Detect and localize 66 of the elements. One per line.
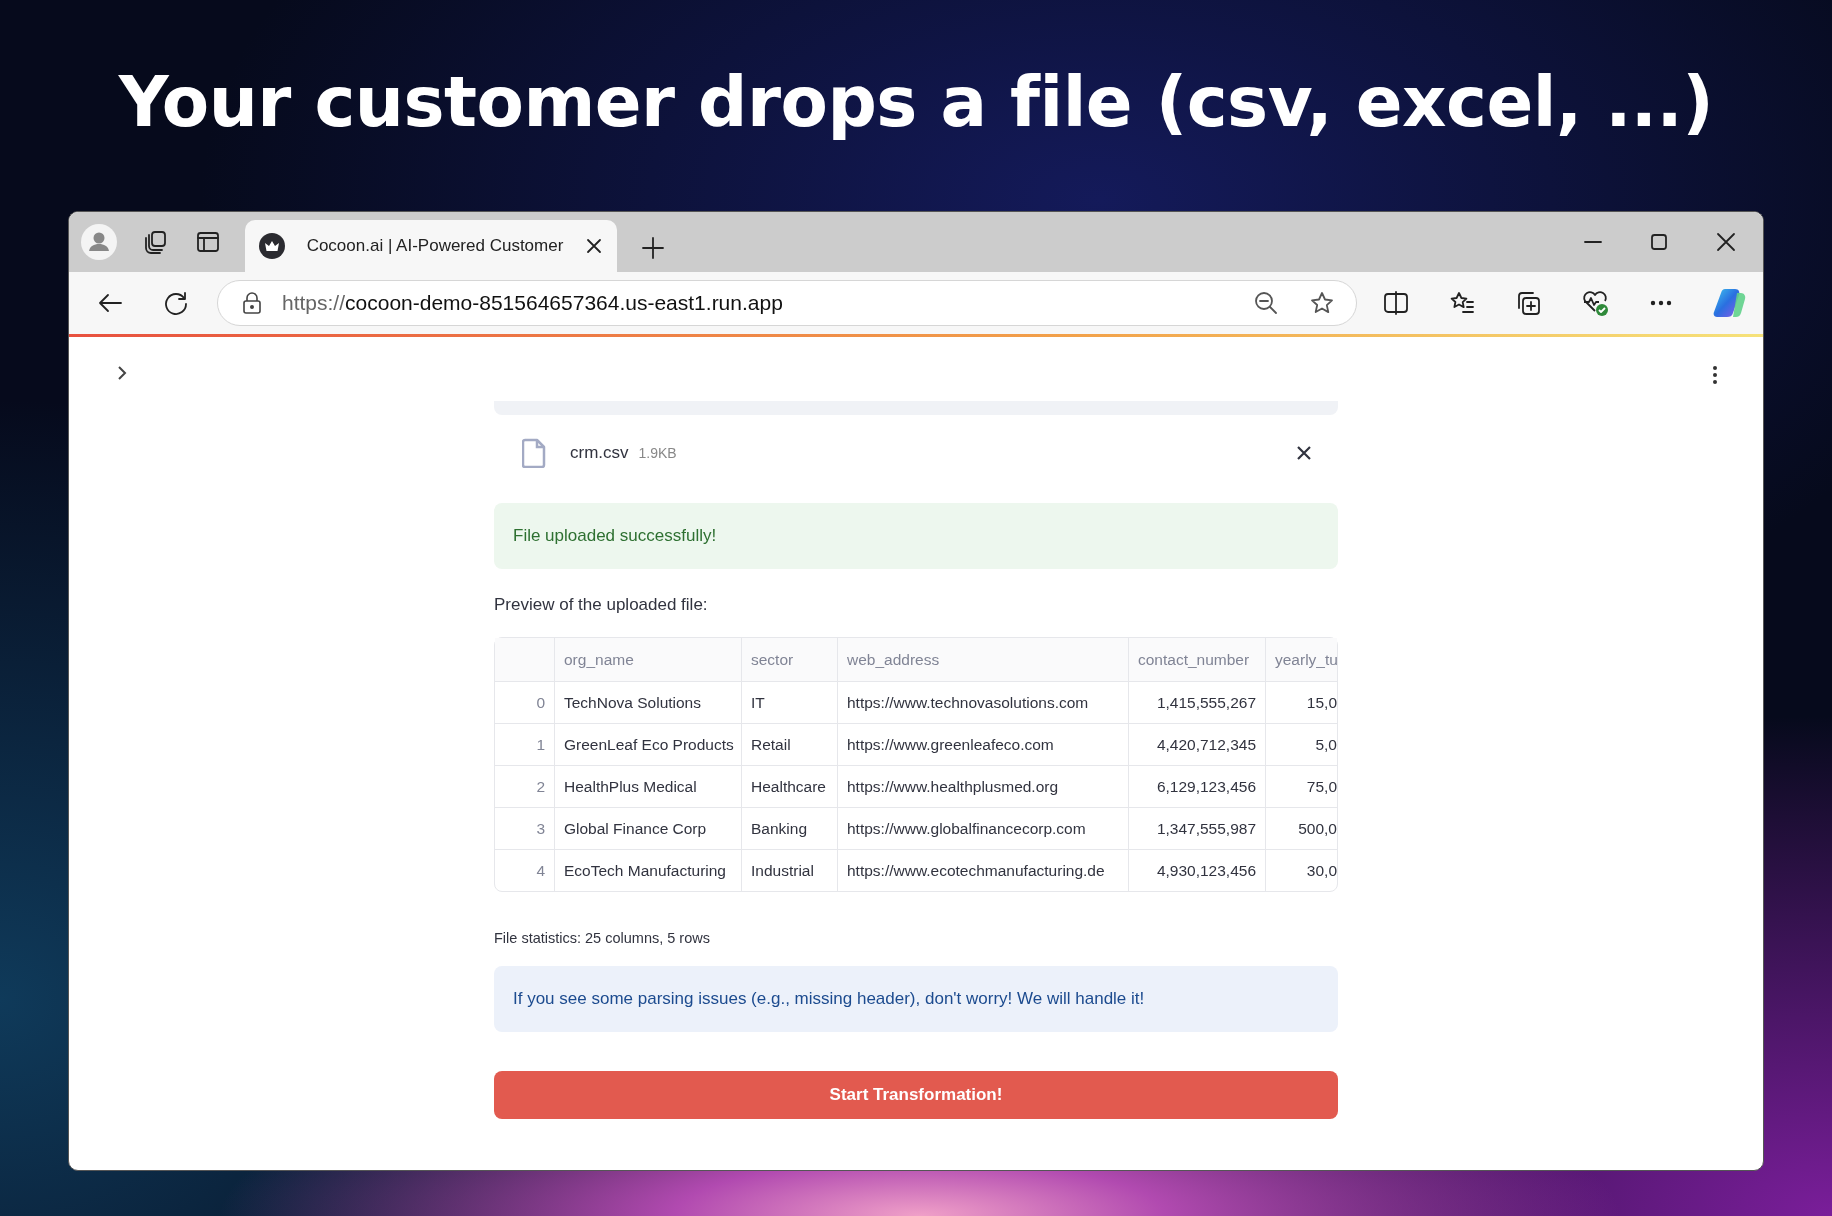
new-tab-icon[interactable]	[641, 236, 665, 260]
browser-tab[interactable]: Cocoon.ai | AI-Powered Customer	[245, 220, 617, 272]
table-cell: 1,347,555,987	[1129, 808, 1266, 850]
table-cell: 4,420,712,345	[1129, 724, 1266, 766]
table-cell: 500,0	[1266, 808, 1337, 850]
zoom-out-icon[interactable]	[1254, 291, 1278, 315]
row-index: 4	[495, 850, 555, 891]
column-header[interactable]: contact_number	[1129, 638, 1266, 682]
url-text: https://cocoon-demo-851564657364.us-east1.run.app	[282, 291, 784, 315]
file-icon	[522, 438, 546, 468]
table-cell: GreenLeaf Eco Products	[555, 724, 742, 766]
success-alert: File uploaded successfully!	[494, 503, 1338, 569]
favorite-star-icon[interactable]	[1310, 291, 1334, 315]
table-cell: EcoTech Manufacturing	[555, 850, 742, 891]
row-index: 1	[495, 724, 555, 766]
table-cell: https://www.ecotechmanufacturing.de	[838, 850, 1129, 891]
main-menu-icon[interactable]	[1711, 365, 1719, 385]
browser-health-icon[interactable]	[1581, 289, 1609, 317]
row-index: 2	[495, 766, 555, 808]
table-cell: Industrial	[742, 850, 838, 891]
split-screen-icon[interactable]	[1383, 290, 1409, 316]
file-name: crm.csv	[570, 443, 629, 463]
table-cell: https://www.globalfinancecorp.com	[838, 808, 1129, 850]
start-transformation-button[interactable]: Start Transformation!	[494, 1071, 1338, 1119]
table-cell: https://www.healthplusmed.org	[838, 766, 1129, 808]
table-cell: IT	[742, 682, 838, 724]
close-tab-icon[interactable]	[585, 237, 603, 255]
table-cell: 75,0	[1266, 766, 1337, 808]
row-index: 3	[495, 808, 555, 850]
column-header[interactable]: web_address	[838, 638, 1129, 682]
table-cell: Retail	[742, 724, 838, 766]
row-index: 0	[495, 682, 555, 724]
column-header[interactable]: sector	[742, 638, 838, 682]
table-cell: https://www.technovasolutions.com	[838, 682, 1129, 724]
preview-label: Preview of the uploaded file:	[494, 595, 709, 615]
maximize-icon[interactable]	[1649, 232, 1669, 252]
table-cell: 4,930,123,456	[1129, 850, 1266, 891]
lock-icon[interactable]	[242, 292, 262, 314]
favorites-list-icon[interactable]	[1449, 290, 1475, 316]
close-icon[interactable]	[1715, 231, 1737, 253]
column-header[interactable]: org_name	[555, 638, 742, 682]
collections-icon[interactable]	[1515, 290, 1541, 316]
info-alert: If you see some parsing issues (e.g., missing header), don't worry! We will handle it!	[494, 966, 1338, 1032]
file-statistics: File statistics: 25 columns, 5 rows	[494, 930, 711, 946]
table-cell: Global Finance Corp	[555, 808, 742, 850]
table-cell: TechNova Solutions	[555, 682, 742, 724]
refresh-icon[interactable]	[163, 290, 189, 316]
table-cell: 5,0	[1266, 724, 1337, 766]
column-header[interactable]: yearly_tu	[1266, 638, 1337, 682]
assistant-logo-icon[interactable]	[1713, 287, 1747, 319]
tab-actions-icon[interactable]	[195, 229, 221, 255]
workspaces-icon[interactable]	[143, 229, 169, 255]
table-cell: HealthPlus Medical	[555, 766, 742, 808]
table-cell: https://www.greenleafeco.com	[838, 724, 1129, 766]
close-icon	[1296, 445, 1312, 461]
table-cell-text: 30,0	[1305, 860, 1337, 881]
table-cell: Healthcare	[742, 766, 838, 808]
table-cell: 1,415,555,267	[1129, 682, 1266, 724]
profile-avatar-icon[interactable]	[81, 224, 117, 260]
table-cell: Banking	[742, 808, 838, 850]
address-bar[interactable]: https://cocoon-demo-851564657364.us-east1.run.app	[217, 280, 1357, 326]
file-size: 1.9KB	[638, 445, 677, 461]
table-cell: 6,129,123,456	[1129, 766, 1266, 808]
crown-logo-icon	[259, 233, 285, 259]
table-cell: 15,0	[1266, 682, 1337, 724]
expand-sidebar-icon[interactable]	[115, 365, 129, 381]
